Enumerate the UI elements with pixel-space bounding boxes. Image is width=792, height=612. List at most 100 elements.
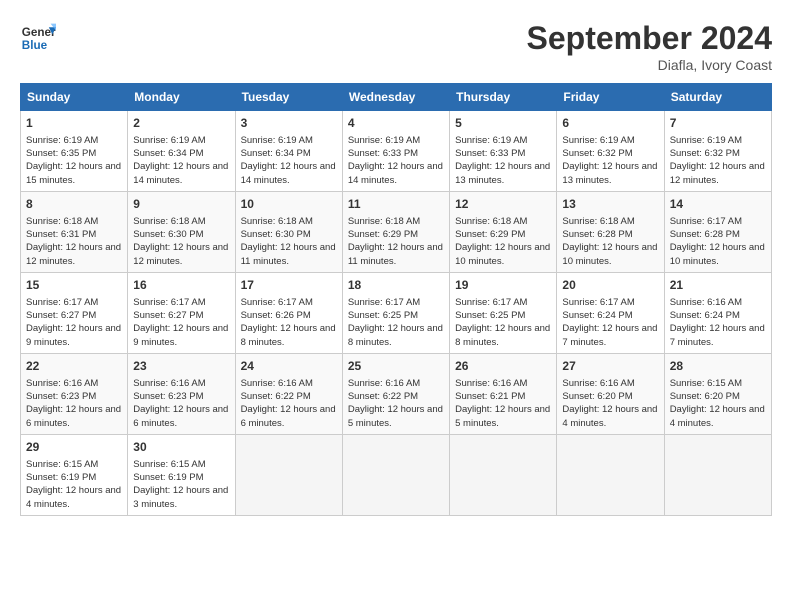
day-info: Daylight: 12 hours and 14 minutes. <box>241 160 337 187</box>
header-friday: Friday <box>557 84 664 111</box>
day-info: Daylight: 12 hours and 8 minutes. <box>455 322 551 349</box>
calendar-cell: 7Sunrise: 6:19 AMSunset: 6:32 PMDaylight… <box>664 111 771 192</box>
day-number: 16 <box>133 277 229 294</box>
day-info: Daylight: 12 hours and 8 minutes. <box>348 322 444 349</box>
header-saturday: Saturday <box>664 84 771 111</box>
calendar-table: SundayMondayTuesdayWednesdayThursdayFrid… <box>20 83 772 516</box>
day-info: Sunrise: 6:19 AM <box>348 134 444 147</box>
day-info: Sunrise: 6:16 AM <box>26 377 122 390</box>
day-number: 20 <box>562 277 658 294</box>
day-info: Sunset: 6:34 PM <box>241 147 337 160</box>
day-info: Daylight: 12 hours and 12 minutes. <box>26 241 122 268</box>
day-number: 15 <box>26 277 122 294</box>
calendar-cell: 21Sunrise: 6:16 AMSunset: 6:24 PMDayligh… <box>664 272 771 353</box>
day-number: 6 <box>562 115 658 132</box>
day-info: Daylight: 12 hours and 5 minutes. <box>348 403 444 430</box>
calendar-cell: 24Sunrise: 6:16 AMSunset: 6:22 PMDayligh… <box>235 353 342 434</box>
day-info: Daylight: 12 hours and 5 minutes. <box>455 403 551 430</box>
calendar-cell <box>450 434 557 515</box>
day-info: Daylight: 12 hours and 12 minutes. <box>133 241 229 268</box>
day-info: Daylight: 12 hours and 7 minutes. <box>670 322 766 349</box>
calendar-cell: 15Sunrise: 6:17 AMSunset: 6:27 PMDayligh… <box>21 272 128 353</box>
day-info: Sunset: 6:32 PM <box>562 147 658 160</box>
day-info: Daylight: 12 hours and 14 minutes. <box>348 160 444 187</box>
week-row-3: 15Sunrise: 6:17 AMSunset: 6:27 PMDayligh… <box>21 272 772 353</box>
day-info: Sunset: 6:23 PM <box>133 390 229 403</box>
calendar-cell: 5Sunrise: 6:19 AMSunset: 6:33 PMDaylight… <box>450 111 557 192</box>
day-info: Daylight: 12 hours and 9 minutes. <box>133 322 229 349</box>
day-info: Sunset: 6:35 PM <box>26 147 122 160</box>
header-thursday: Thursday <box>450 84 557 111</box>
calendar-cell: 23Sunrise: 6:16 AMSunset: 6:23 PMDayligh… <box>128 353 235 434</box>
calendar-cell: 1Sunrise: 6:19 AMSunset: 6:35 PMDaylight… <box>21 111 128 192</box>
day-info: Sunrise: 6:19 AM <box>241 134 337 147</box>
day-info: Sunrise: 6:19 AM <box>455 134 551 147</box>
day-info: Sunset: 6:19 PM <box>133 471 229 484</box>
day-info: Sunset: 6:20 PM <box>670 390 766 403</box>
day-info: Sunrise: 6:15 AM <box>133 458 229 471</box>
location: Diafla, Ivory Coast <box>527 57 772 73</box>
day-info: Sunset: 6:30 PM <box>133 228 229 241</box>
calendar-cell: 2Sunrise: 6:19 AMSunset: 6:34 PMDaylight… <box>128 111 235 192</box>
day-number: 14 <box>670 196 766 213</box>
header-sunday: Sunday <box>21 84 128 111</box>
day-info: Sunset: 6:21 PM <box>455 390 551 403</box>
day-info: Sunrise: 6:18 AM <box>562 215 658 228</box>
day-info: Sunset: 6:22 PM <box>348 390 444 403</box>
day-info: Daylight: 12 hours and 10 minutes. <box>455 241 551 268</box>
day-info: Daylight: 12 hours and 4 minutes. <box>670 403 766 430</box>
month-title: September 2024 <box>527 20 772 57</box>
calendar-cell: 19Sunrise: 6:17 AMSunset: 6:25 PMDayligh… <box>450 272 557 353</box>
day-info: Daylight: 12 hours and 12 minutes. <box>670 160 766 187</box>
day-info: Sunset: 6:24 PM <box>670 309 766 322</box>
day-info: Sunrise: 6:18 AM <box>241 215 337 228</box>
calendar-cell: 22Sunrise: 6:16 AMSunset: 6:23 PMDayligh… <box>21 353 128 434</box>
day-info: Sunset: 6:33 PM <box>455 147 551 160</box>
day-number: 18 <box>348 277 444 294</box>
calendar-cell: 29Sunrise: 6:15 AMSunset: 6:19 PMDayligh… <box>21 434 128 515</box>
day-info: Sunset: 6:33 PM <box>348 147 444 160</box>
day-info: Sunrise: 6:15 AM <box>670 377 766 390</box>
calendar-cell: 30Sunrise: 6:15 AMSunset: 6:19 PMDayligh… <box>128 434 235 515</box>
calendar-cell: 26Sunrise: 6:16 AMSunset: 6:21 PMDayligh… <box>450 353 557 434</box>
day-info: Daylight: 12 hours and 7 minutes. <box>562 322 658 349</box>
calendar-header-row: SundayMondayTuesdayWednesdayThursdayFrid… <box>21 84 772 111</box>
day-info: Daylight: 12 hours and 13 minutes. <box>455 160 551 187</box>
day-number: 30 <box>133 439 229 456</box>
day-info: Sunset: 6:19 PM <box>26 471 122 484</box>
calendar-cell: 18Sunrise: 6:17 AMSunset: 6:25 PMDayligh… <box>342 272 449 353</box>
day-number: 11 <box>348 196 444 213</box>
day-number: 1 <box>26 115 122 132</box>
week-row-4: 22Sunrise: 6:16 AMSunset: 6:23 PMDayligh… <box>21 353 772 434</box>
day-info: Daylight: 12 hours and 4 minutes. <box>562 403 658 430</box>
day-info: Sunrise: 6:16 AM <box>562 377 658 390</box>
calendar-cell: 9Sunrise: 6:18 AMSunset: 6:30 PMDaylight… <box>128 191 235 272</box>
day-info: Daylight: 12 hours and 10 minutes. <box>670 241 766 268</box>
day-info: Sunset: 6:29 PM <box>455 228 551 241</box>
day-info: Sunset: 6:27 PM <box>26 309 122 322</box>
day-info: Sunrise: 6:17 AM <box>241 296 337 309</box>
title-area: September 2024 Diafla, Ivory Coast <box>527 20 772 73</box>
day-info: Sunset: 6:28 PM <box>562 228 658 241</box>
week-row-1: 1Sunrise: 6:19 AMSunset: 6:35 PMDaylight… <box>21 111 772 192</box>
day-info: Sunrise: 6:17 AM <box>670 215 766 228</box>
day-number: 23 <box>133 358 229 375</box>
day-info: Sunrise: 6:18 AM <box>348 215 444 228</box>
day-info: Daylight: 12 hours and 6 minutes. <box>241 403 337 430</box>
day-number: 28 <box>670 358 766 375</box>
day-info: Sunrise: 6:16 AM <box>670 296 766 309</box>
day-info: Sunset: 6:32 PM <box>670 147 766 160</box>
header-tuesday: Tuesday <box>235 84 342 111</box>
day-info: Sunset: 6:26 PM <box>241 309 337 322</box>
calendar-cell: 10Sunrise: 6:18 AMSunset: 6:30 PMDayligh… <box>235 191 342 272</box>
calendar-cell: 3Sunrise: 6:19 AMSunset: 6:34 PMDaylight… <box>235 111 342 192</box>
day-info: Daylight: 12 hours and 11 minutes. <box>241 241 337 268</box>
day-info: Sunrise: 6:19 AM <box>26 134 122 147</box>
day-info: Sunrise: 6:18 AM <box>133 215 229 228</box>
day-info: Sunrise: 6:17 AM <box>133 296 229 309</box>
page-header: General Blue September 2024 Diafla, Ivor… <box>20 20 772 73</box>
day-info: Sunrise: 6:17 AM <box>26 296 122 309</box>
calendar-cell: 25Sunrise: 6:16 AMSunset: 6:22 PMDayligh… <box>342 353 449 434</box>
day-number: 25 <box>348 358 444 375</box>
day-info: Daylight: 12 hours and 14 minutes. <box>133 160 229 187</box>
